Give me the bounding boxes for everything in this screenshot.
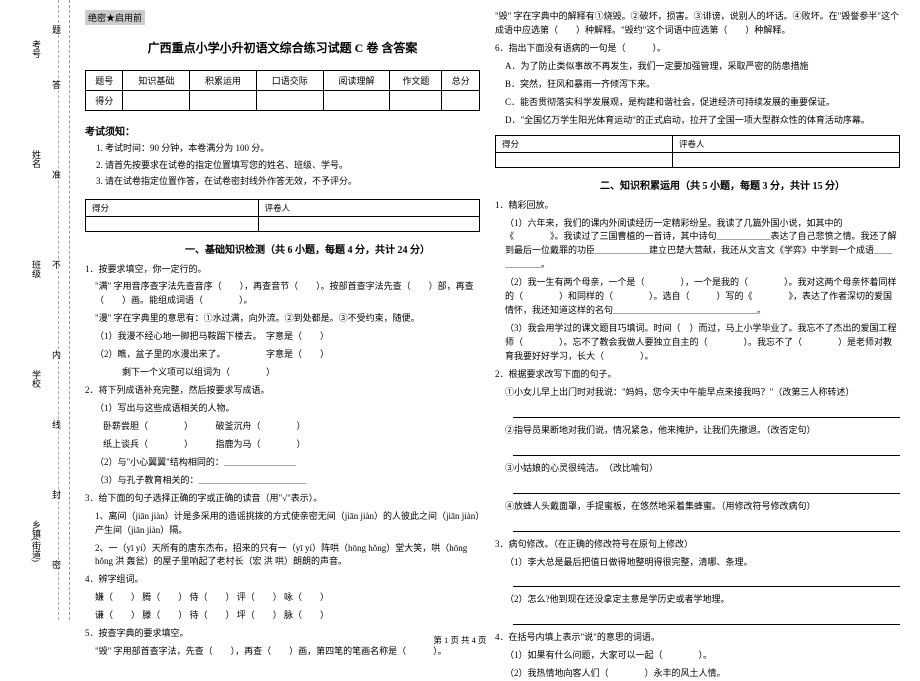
hint-feng: 封 (50, 490, 63, 499)
marker-box-2: 得分评卷人 (495, 135, 900, 168)
r-q3: 3．病句修改。（在正确的修改符号在原句上修改） (495, 538, 900, 552)
answer-line (513, 613, 900, 625)
answer-line (513, 444, 900, 456)
notice-item: 请在试卷指定位置作答，在试卷密封线外作答无效，不予评分。 (105, 175, 480, 189)
binding-sidebar: 考号 姓名 班级 学校 乡镇(街道) 题 答 准 不 内 线 封 密 (0, 0, 70, 620)
q6c: C．能否贯彻落实科学发展观，是构建和谐社会，促进经济可持续发展的重要保证。 (495, 96, 900, 110)
th-num: 题号 (86, 71, 123, 91)
notice-item: 考试时间：90 分钟，本卷满分为 100 分。 (105, 142, 480, 156)
notice-heading: 考试须知： (85, 123, 480, 138)
q5b: "毁" 字在字典中的解释有①烧毁。②破坏，损害。③诽谤，说别人的坏话。④败坏。在… (495, 10, 900, 38)
field-school: 学校 (30, 370, 43, 388)
q6d: D．"全国亿万学生阳光体育运动"的正式启动，拉开了全国一项大型群众性的体育活动序… (495, 114, 900, 128)
r-q2b: ②指导员果断地对我们说，情况紧急，他来掩护，让我们先撤退。（改否定句） (495, 424, 900, 438)
marker-box: 得分评卷人 (85, 199, 480, 232)
sb-marker: 评卷人 (258, 199, 479, 216)
r-q2: 2．根据要求改写下面的句子。 (495, 368, 900, 382)
q3: 3．给下面的句子选择正确的字或正确的读音（用"√"表示）。 (85, 492, 480, 506)
q6a: A．为了防止类似事故不再发生，我们一定要加强管理，采取严密的防患措施 (495, 60, 900, 74)
q2a: （1）写出与这些成语相关的人物。 (85, 402, 480, 416)
field-town: 乡镇(街道) (30, 520, 43, 562)
r-q3a: （1）李大总是最后把值日做得地整明得很完整，清哪、条理。 (495, 556, 900, 570)
sb2-score: 得分 (496, 135, 673, 152)
th-1: 知识基础 (123, 71, 190, 91)
q2b2: 纸上谈兵（ ） 指鹿为马（ ） (85, 438, 480, 452)
th-3: 口语交际 (256, 71, 323, 91)
q4: 4．辨字组词。 (85, 573, 480, 587)
hint-zhun: 准 (50, 170, 63, 179)
q2b1: 卧薪尝胆（ ） 破釜沉舟（ ） (85, 420, 480, 434)
th-6: 总分 (442, 71, 480, 91)
field-class: 班级 (30, 260, 43, 278)
r-q4b: （2）我热情地向客人们（ ）永丰的风土人情。 (495, 667, 900, 681)
answer-line (513, 520, 900, 532)
r-q1a: （1）六年来，我们的课内外阅读经历一定精彩纷呈。我读了几篇外国小说，如其中的《 … (495, 217, 900, 273)
q2c: （2）与"小心翼翼"结构相同的：＿＿＿＿＿＿＿＿ (85, 456, 480, 470)
sb-score: 得分 (86, 199, 259, 216)
q1c: （1）我漫不经心地一脚把马鞍踢下楼去。 字意是（ ） (85, 330, 480, 344)
field-name: 姓名 (30, 150, 43, 168)
left-column: 绝密★启用前 广西重点小学小升初语文综合练习试题 C 卷 含答案 题号 知识基础… (85, 10, 480, 659)
q1d: （2）瞧，盆子里的水漫出来了。 字意是（ ） (85, 348, 480, 362)
q5a: "毁" 字用部首查字法，先查（ ），再查（ ）画，第四笔的笔画名称是（ ）。 (85, 645, 480, 659)
hint-xian: 线 (50, 420, 63, 429)
answer-line (513, 575, 900, 587)
sb2-marker: 评卷人 (672, 135, 899, 152)
hint-bu: 不 (50, 260, 63, 269)
q2d: （3）与孔子教育相关的：＿＿＿＿＿＿＿＿＿＿＿＿ (85, 474, 480, 488)
field-exam-no: 考号 (30, 40, 43, 58)
r-q2c: ③小姑娘的心灵很纯洁。 （改比喻句） (495, 462, 900, 476)
r-q4a: （1）如果有什么问题，大家可以一起（ ）。 (495, 649, 900, 663)
q3b: 2、一（yī yí）天所有的唐东杰布，招来的只有一（yī yí）阵哄（hōng … (85, 542, 480, 570)
q1e: 剩下一个义项可以组词为（ ） (85, 366, 480, 380)
section1-title: 一、基础知识检测（共 6 小题，每题 4 分，共计 24 分） (135, 241, 480, 256)
r-q1b: （2）我一生有两个母亲，一个是（ ），一个是我的（ ）。我对这两个母亲怀着同样的… (495, 276, 900, 318)
hint-ti: 题 (50, 25, 63, 34)
th-5: 作文题 (390, 71, 442, 91)
dashed-fold-line (58, 0, 59, 620)
q4b: 谦（ ） 滕（ ） 待（ ） 坪（ ） 脉（ ） (85, 609, 480, 623)
exam-title: 广西重点小学小升初语文综合练习试题 C 卷 含答案 (85, 39, 480, 56)
r-q1c: （3）我会用学过的课文题目巧填词。时间（ ）而过，马上小学毕业了。我忘不了杰出的… (495, 322, 900, 364)
th-2: 积累运用 (190, 71, 257, 91)
table-row: 题号 知识基础 积累运用 口语交际 阅读理解 作文题 总分 (86, 71, 480, 91)
td-score-label: 得分 (86, 91, 123, 111)
q1b: "漫" 字在字典里的意思有：①水过满，向外流。②到处都是。③不受约束，随便。 (85, 312, 480, 326)
q6: 6．指出下面没有语病的一句是（ ）。 (495, 42, 900, 56)
q1: 1．按要求填空，你一定行的。 (85, 263, 480, 277)
secret-tag: 绝密★启用前 (85, 10, 145, 25)
page-footer: 第 1 页 共 4 页 (0, 634, 920, 646)
hint-da: 答 (50, 80, 63, 89)
answer-line (513, 482, 900, 494)
r-q1: 1．精彩回放。 (495, 199, 900, 213)
q2: 2．将下列成语补充完整，然后按要求写成语。 (85, 384, 480, 398)
q4a: 嫌（ ） 腾（ ） 侍（ ） 评（ ） 咏（ ） (85, 591, 480, 605)
q6b: B．突然，狂风和暴雨一齐倾泻下来。 (495, 78, 900, 92)
th-4: 阅读理解 (323, 71, 390, 91)
r-q2d: ④放蜂人头戴面罩，手提蜜板，在悠然地采着集蜂蜜。（用修改符号修改病句） (495, 500, 900, 514)
section2-title: 二、知识积累运用（共 5 小题，每题 3 分，共计 15 分） (545, 177, 900, 192)
r-q2a: ①小女儿早上出门时对我说："妈妈，您今天中午能早点来接我吗？"（改第三人称转述） (495, 386, 900, 400)
notice-item: 请首先按要求在试卷的指定位置填写您的姓名、班级、学号。 (105, 159, 480, 173)
hint-nei: 内 (50, 350, 63, 359)
q1a: "满" 字用音序查字法先查音序（ ），再查音节（ ）。按部首查字法先查（ ）部，… (85, 280, 480, 308)
notice-list: 考试时间：90 分钟，本卷满分为 100 分。 请首先按要求在试卷的指定位置填写… (85, 142, 480, 192)
hint-mi: 密 (50, 560, 63, 569)
r-q3b: （2）怎么?他到现在还没拿定主意是学历史或者学地理。 (495, 593, 900, 607)
score-table: 题号 知识基础 积累运用 口语交际 阅读理解 作文题 总分 得分 (85, 70, 480, 111)
answer-line (513, 406, 900, 418)
q3a: 1、离间（jiān jiàn）计是多采用的造谣挑拨的方式使亲密无间（jiān j… (85, 510, 480, 538)
table-row: 得分 (86, 91, 480, 111)
right-column: "毁" 字在字典中的解释有①烧毁。②破坏，损害。③诽谤，说别人的坏话。④败坏。在… (495, 10, 900, 681)
